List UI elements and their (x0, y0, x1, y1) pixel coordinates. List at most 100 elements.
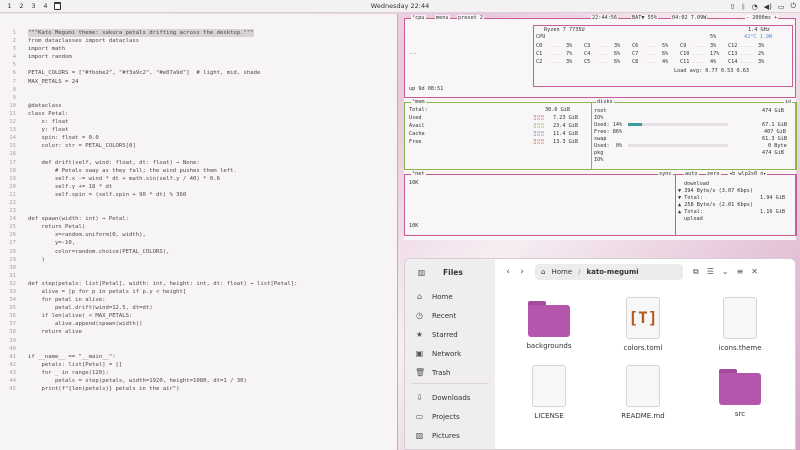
code-line[interactable]: 19 self.x -= wind * dt + math.sin(self.y… (0, 175, 397, 183)
code-line[interactable]: 15 color: str = PETAL_COLORS[0] (0, 142, 397, 150)
code-line[interactable]: 21 self.spin = (self.spin + 90 * dt) % 3… (0, 191, 397, 199)
upload-icon[interactable]: ⇧ (730, 3, 736, 11)
sidebar-item-network[interactable]: ▣ Network (415, 349, 462, 358)
path-bar[interactable]: ⌂ Home / kato-megumi (535, 264, 683, 280)
forward-button[interactable]: › (515, 267, 529, 277)
volume-icon[interactable]: ◀) (764, 3, 772, 11)
code-line[interactable]: 10 @dataclass (0, 102, 397, 110)
code-line[interactable]: 29 ) (0, 256, 397, 264)
code-line[interactable]: 14 spin: float = 0.0 (0, 134, 397, 142)
code-line[interactable]: 20 self.y += 18 * dt (0, 183, 397, 191)
code-line[interactable]: 11 class Petal: (0, 110, 397, 118)
workspace-1[interactable]: 1 (6, 2, 13, 10)
view-list-icon[interactable]: ☰ (707, 267, 714, 277)
sidebar-toggle-icon[interactable]: ▥ (417, 268, 426, 277)
code-line[interactable]: 39 (0, 337, 397, 345)
new-tab-icon[interactable]: ⧉ (693, 267, 699, 277)
wifi-icon[interactable]: ◔ (752, 3, 758, 11)
code-line[interactable]: 9 (0, 94, 397, 102)
code-line[interactable]: 44 petals = step(petals, width=1920, hei… (0, 377, 397, 385)
code-line[interactable]: 3 import math (0, 45, 397, 53)
code-text: y: float (28, 127, 69, 134)
file-item-src[interactable]: src (705, 369, 775, 418)
code-line[interactable]: 18 # Petals sway as they fall; the wind … (0, 167, 397, 175)
active-workspace-indicator[interactable]: ■ (54, 2, 61, 10)
code-line[interactable]: 6 PETAL_COLORS = ["#fbobe2", "#f3a9c2", "… (0, 69, 397, 77)
code-line[interactable]: 37 alive.append(spawn(width)) (0, 320, 397, 328)
code-line[interactable]: 40 (0, 345, 397, 353)
disk-pkg-io: IO% (594, 157, 604, 163)
path-current[interactable]: kato-megumi (586, 268, 638, 276)
sidebar-item-starred[interactable]: ★ Starred (415, 330, 458, 339)
file-item-colors-toml[interactable]: [T] colors.toml (608, 297, 678, 352)
code-line[interactable]: 24 def spawn(width: int) → Petal: (0, 215, 397, 223)
cpu-tab[interactable]: ¹cpu (411, 15, 426, 21)
bluetooth-icon[interactable]: ᛒ (741, 3, 745, 11)
line-number: 10 (9, 102, 16, 109)
workspace-4[interactable]: 4 (42, 2, 49, 10)
code-line[interactable]: 28 color=random.choice(PETAL_COLORS), (0, 248, 397, 256)
menu-icon[interactable]: ≡ (737, 267, 744, 277)
code-line[interactable]: 30 (0, 264, 397, 272)
net-sync-toggle[interactable]: sync (658, 171, 673, 177)
code-line[interactable]: 43 for _ in range(120): (0, 369, 397, 377)
code-line[interactable]: 13 y: float (0, 126, 397, 134)
code-line[interactable]: 42 petals: list[Petal] = [] (0, 361, 397, 369)
menu-tab[interactable]: menu (435, 15, 450, 21)
sidebar-item-projects[interactable]: ▭ Projects (415, 412, 460, 421)
code-line[interactable]: 17 def drift(self, wind: float, dt: floa… (0, 159, 397, 167)
workspace-2[interactable]: 2 (18, 2, 25, 10)
back-button[interactable]: ‹ (501, 267, 515, 277)
sidebar-item-downloads[interactable]: ⇩ Downloads (415, 393, 470, 402)
close-icon[interactable]: ✕ (751, 267, 758, 277)
mem-title[interactable]: ²mem (411, 99, 426, 105)
code-line[interactable]: 2 from dataclasses import dataclass (0, 37, 397, 45)
code-line[interactable]: 22 (0, 199, 397, 207)
code-line[interactable]: 25 return Petal( (0, 223, 397, 231)
code-line[interactable]: 12 x: float (0, 118, 397, 126)
chevron-down-icon[interactable]: ⌄ (722, 267, 729, 277)
disks-title[interactable]: disks (596, 99, 614, 105)
net-title[interactable]: ³net (411, 171, 426, 177)
sidebar-item-home[interactable]: ⌂ Home (415, 292, 453, 301)
system-tray: ⇧ ᛒ ◔ ◀) ▭ ⏻ (730, 0, 796, 13)
file-item-backgrounds[interactable]: backgrounds (514, 301, 584, 350)
cpu-core-pct: 3% (758, 59, 765, 65)
code-line[interactable]: 34 for petal in alive: (0, 296, 397, 304)
code-line[interactable]: 23 (0, 207, 397, 215)
code-line[interactable]: 1 """Kato Megumi theme: sakura petals dri… (0, 29, 397, 38)
sidebar-item-pictures[interactable]: ▨ Pictures (415, 431, 460, 440)
workspace-3[interactable]: 3 (30, 2, 37, 10)
file-item-icons-theme[interactable]: icons.theme (705, 297, 775, 352)
code-line[interactable]: 5 (0, 61, 397, 69)
disks-io-toggle[interactable]: io (784, 99, 793, 105)
code-line[interactable]: 45 print(f"{len(petals)} petals in the a… (0, 385, 397, 393)
code-line[interactable]: 41 if __name__ == "__main__": (0, 353, 397, 361)
net-zero-toggle[interactable]: zero (706, 171, 721, 177)
path-home[interactable]: Home (551, 268, 572, 276)
code-line[interactable]: 7 MAX_PETALS = 24 (0, 78, 397, 86)
sidebar-item-recent[interactable]: ◷ Recent (415, 311, 456, 320)
code-line[interactable]: 36 if len(alive) < MAX_PETALS: (0, 312, 397, 320)
code-line[interactable]: 31 (0, 272, 397, 280)
net-interface[interactable]: ◂b wlp2s0 n▸ (728, 171, 768, 177)
code-editor[interactable]: 1 """Kato Megumi theme: sakura petals dri… (0, 14, 398, 450)
code-line[interactable]: 27 y=-10, (0, 239, 397, 247)
code-line[interactable]: 33 alive = [p for p in petals if p.y < h… (0, 288, 397, 296)
code-line[interactable]: 32 def step(petals: list[Petal], width: i… (0, 280, 397, 288)
file-item-license[interactable]: LICENSE (514, 365, 584, 420)
net-auto-toggle[interactable]: auto (684, 171, 699, 177)
update-interval[interactable]: - 2000ms + (745, 15, 779, 21)
sidebar-item-trash[interactable]: 🗑 Trash (415, 368, 451, 377)
code-line[interactable]: 35 petal.drift(wind=12.5, dt=dt) (0, 304, 397, 312)
cpu-core-label: C5 (584, 59, 591, 65)
code-line[interactable]: 8 (0, 86, 397, 94)
code-line[interactable]: 26 x=random.uniform(0, width), (0, 231, 397, 239)
code-line[interactable]: 16 (0, 150, 397, 158)
power-icon[interactable]: ⏻ (790, 2, 796, 11)
battery-icon[interactable]: ▭ (778, 3, 785, 11)
preset-tab[interactable]: preset 2 (457, 15, 484, 21)
code-line[interactable]: 38 return alive (0, 328, 397, 336)
file-item-readme[interactable]: README.md (608, 365, 678, 420)
code-line[interactable]: 4 import random (0, 53, 397, 61)
